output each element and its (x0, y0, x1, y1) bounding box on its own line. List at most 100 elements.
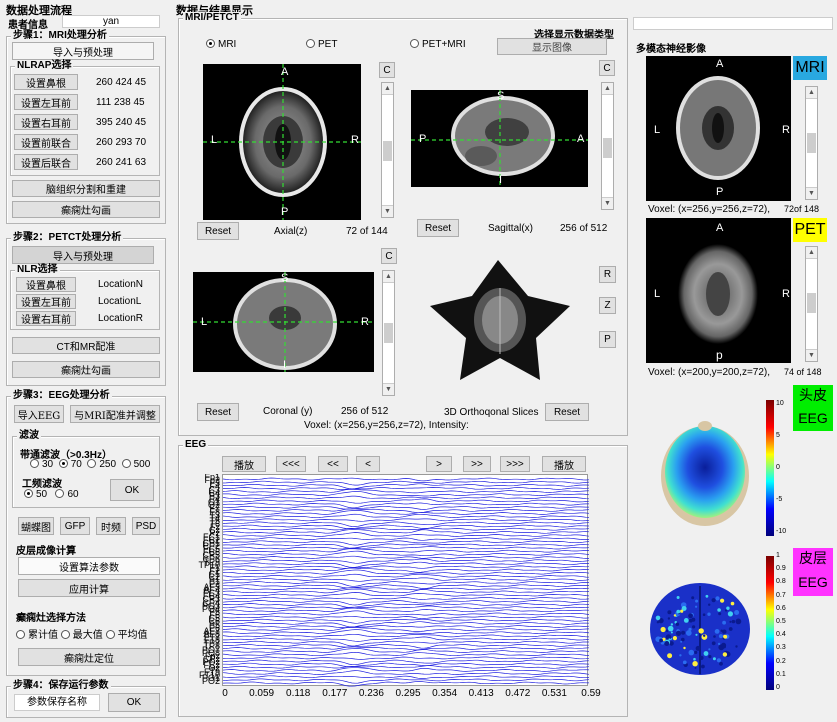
cortex-spot (695, 645, 701, 651)
radio-mri[interactable]: MRI (206, 39, 236, 50)
coronal-c-button[interactable]: C (381, 248, 397, 264)
eeg-trace (222, 546, 590, 550)
radio-icon (30, 459, 39, 468)
gfp-button[interactable]: GFP (60, 517, 90, 535)
apply-calc-button[interactable]: 应用计算 (18, 579, 160, 597)
play-button[interactable]: 播放 (222, 456, 266, 472)
nav-next-button[interactable]: > (426, 456, 452, 472)
cortex-eeg-map[interactable] (648, 580, 752, 678)
radio-icon (105, 630, 115, 639)
coronal-s-label: S (281, 272, 289, 284)
param-name-input[interactable]: 参数保存名称 (14, 694, 100, 711)
scalp-eeg-map[interactable] (656, 418, 754, 530)
nav-prev-fast-button[interactable]: << (318, 456, 348, 472)
fiducial-button-2[interactable]: 设置右耳前 (14, 114, 78, 130)
method-cumulative-radio[interactable]: 累计值 (16, 630, 58, 641)
method-mean-radio[interactable]: 平均值 (105, 630, 148, 641)
band-70-radio[interactable]: 70 (58, 459, 82, 470)
coronal-view[interactable]: S L R I (193, 272, 374, 372)
fiducial-button-1[interactable]: 设置左耳前 (14, 94, 78, 110)
nlr-value-1: LocationL (98, 296, 142, 307)
sagittal-slider[interactable]: ▲ ▼ (601, 82, 614, 210)
patient-input[interactable]: yan (62, 15, 160, 28)
notch-60-radio[interactable]: 60 (55, 489, 79, 500)
psd-button[interactable]: PSD (132, 517, 160, 535)
sagittal-c-button[interactable]: C (599, 60, 615, 76)
coronal-slider[interactable]: ▲ ▼ (382, 270, 395, 396)
radio-icon (306, 39, 315, 48)
eeg-trace (222, 675, 590, 679)
radio-pet[interactable]: PET (306, 39, 337, 50)
right-pet-slider[interactable]: ▲ ▼ (805, 246, 818, 362)
sagittal-view[interactable]: S P A I (411, 90, 588, 187)
axial-view[interactable]: A L R P (203, 64, 361, 220)
coronal-reset-button[interactable]: Reset (197, 403, 239, 421)
nlr-button-1[interactable]: 设置左耳前 (16, 294, 76, 309)
ortho-3d-view[interactable] (428, 258, 572, 382)
cortex-spot (711, 598, 716, 603)
nlr-button-2[interactable]: 设置右耳前 (16, 311, 76, 326)
right-mri-slider[interactable]: ▲ ▼ (805, 86, 818, 200)
fiducial-button-4[interactable]: 设置后联合 (14, 154, 78, 170)
right-pet-view[interactable]: A L R p (646, 218, 791, 363)
ct-mr-register-button[interactable]: CT和MR配准 (12, 337, 160, 354)
method-max-radio[interactable]: 最大值 (60, 630, 103, 641)
save-ok-button[interactable]: OK (108, 693, 160, 712)
cortex-spot (718, 612, 722, 616)
radio-pet-mri[interactable]: PET+MRI (410, 39, 466, 50)
fiducial-button-3[interactable]: 设置前联合 (14, 134, 78, 150)
nav-first-button[interactable]: <<< (276, 456, 306, 472)
eeg-x-tick: 0.354 (432, 688, 458, 699)
time-freq-button[interactable]: 时频 (96, 517, 126, 535)
eeg-trace (223, 665, 590, 669)
cortex-badge-line1: 皮层 (799, 551, 827, 567)
coronal-label: Coronal (y) (263, 406, 313, 417)
pause-button[interactable]: 播放 (542, 456, 586, 472)
axial-reset-button[interactable]: Reset (197, 222, 239, 240)
nav-next-fast-button[interactable]: >> (463, 456, 491, 472)
rotate-r-button[interactable]: R (599, 266, 616, 283)
axial-slider[interactable]: ▲ ▼ (381, 82, 394, 218)
sagittal-reset-button[interactable]: Reset (417, 219, 459, 237)
set-params-button[interactable]: 设置算法参数 (18, 557, 160, 575)
slider-thumb[interactable] (603, 138, 612, 158)
import-preview-button[interactable]: 导入与预处理 (12, 42, 154, 60)
filter-ok-button[interactable]: OK (110, 479, 154, 501)
butterfly-button[interactable]: 蝴蝶图 (18, 517, 54, 535)
colorbar-tick: 0.1 (776, 670, 786, 678)
fiducial-button-0[interactable]: 设置鼻根 (14, 74, 78, 90)
band-30-radio[interactable]: 30 (30, 459, 53, 470)
notch-50-radio[interactable]: 50 (24, 489, 47, 500)
coronal-brain-image (193, 272, 374, 372)
rotate-p-button[interactable]: P (599, 331, 616, 348)
coronal-r-label: R (361, 316, 369, 328)
slider-thumb[interactable] (807, 293, 816, 313)
axial-c-button[interactable]: C (379, 62, 395, 78)
eeg-mri-register-button[interactable]: 与MRI配准并调整 (70, 405, 160, 423)
show-image-button[interactable]: 显示图像 (497, 38, 607, 55)
right-mri-view[interactable]: A L R P (646, 56, 791, 201)
cortex-spot (708, 655, 712, 659)
band-250-radio[interactable]: 250 (87, 459, 116, 470)
epilepsy-outline-button-2[interactable]: 癫痫灶勾画 (12, 361, 160, 378)
eeg-plot[interactable] (222, 474, 590, 687)
brain-segment-button[interactable]: 脑组织分割和重建 (12, 180, 160, 197)
slider-thumb[interactable] (384, 323, 393, 343)
slider-thumb[interactable] (807, 133, 816, 153)
cortex-spot (675, 630, 682, 636)
colorbar-tick: 0.9 (776, 565, 786, 573)
cortex-spot (717, 608, 721, 612)
ortho-reset-button[interactable]: Reset (545, 403, 589, 421)
locate-epilepsy-button[interactable]: 癫痫灶定位 (18, 648, 160, 666)
slider-thumb[interactable] (383, 141, 392, 161)
patient-label: 患者信息 (8, 20, 48, 31)
rotate-z-button[interactable]: Z (599, 297, 616, 314)
import-preview-button-2[interactable]: 导入与预处理 (12, 246, 154, 264)
colorbar-tick: 0.8 (776, 578, 786, 586)
nlr-button-0[interactable]: 设置鼻根 (16, 277, 76, 292)
band-500-radio[interactable]: 500 (121, 459, 150, 470)
nav-prev-button[interactable]: < (356, 456, 380, 472)
import-eeg-button[interactable]: 导入EEG (14, 405, 64, 423)
epilepsy-outline-button-1[interactable]: 癫痫灶勾画 (12, 201, 160, 218)
nav-last-button[interactable]: >>> (500, 456, 530, 472)
